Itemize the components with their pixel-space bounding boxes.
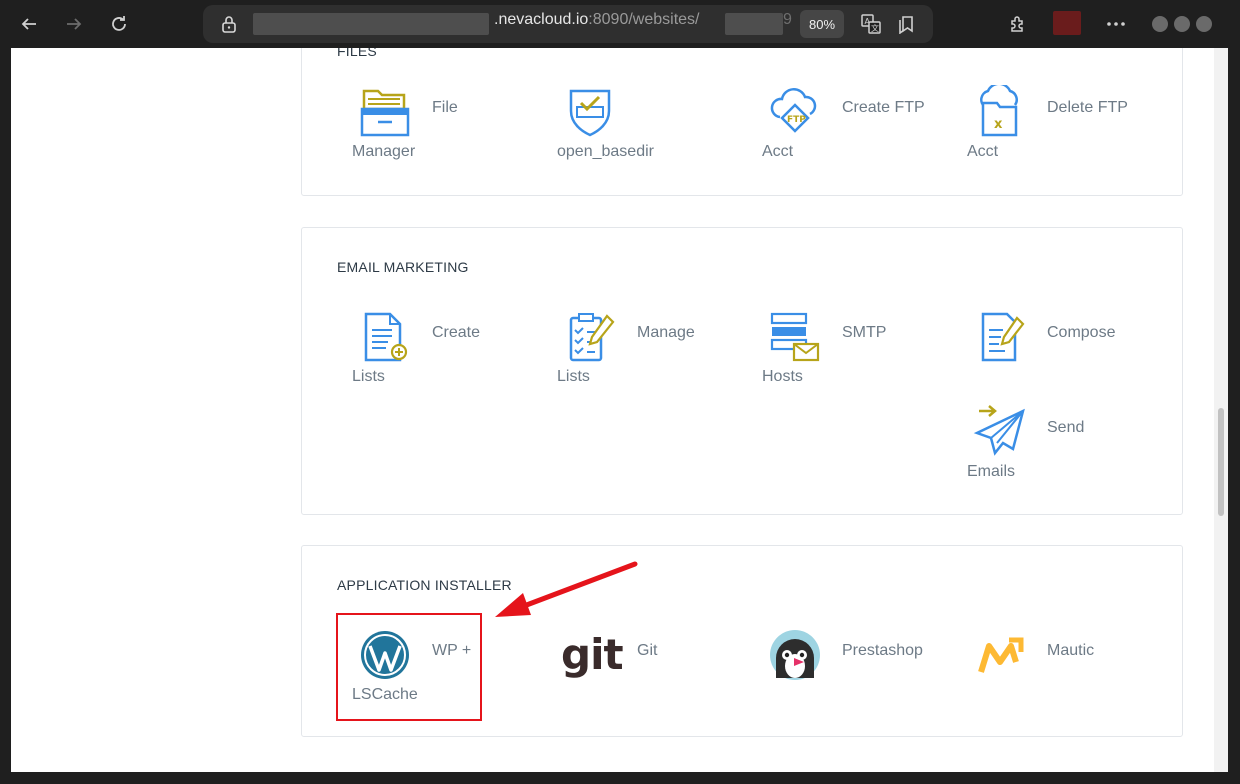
application-installer-title: APPLICATION INSTALLER [337,577,512,593]
smtp-hosts-link[interactable]: SMTP Hosts [762,310,952,400]
page-scrollbar[interactable] [1214,48,1228,772]
compose-icon [981,312,1025,362]
prestashop-label: Prestashop [842,642,923,659]
mautic-icon [978,637,1024,673]
file-manager-label-2: Manager [352,143,416,160]
smtp-hosts-label-2: Hosts [762,368,803,385]
manage-lists-link[interactable]: Manage Lists [557,310,747,400]
redacted-subdomain [253,13,489,35]
smtp-hosts-label-1: SMTP [842,324,887,341]
forward-icon[interactable] [60,10,88,38]
git-label: Git [637,642,658,659]
email-marketing-card: EMAIL MARKETING Create Lists Manage List… [301,227,1183,515]
send-emails-label-2: Emails [967,463,1016,480]
email-marketing-title: EMAIL MARKETING [337,259,469,275]
bookmark-icon[interactable] [893,10,921,38]
back-icon[interactable] [15,10,43,38]
delete-ftp-icon: x [980,85,1018,137]
url-text[interactable]: .nevacloud.io:8090/websites/ [494,11,699,29]
create-ftp-label-1: Create FTP [842,99,925,116]
extensions-icon[interactable] [1004,10,1032,38]
manage-lists-label-2: Lists [557,368,590,385]
svg-text:FTP: FTP [787,115,806,125]
svg-text:文: 文 [871,23,879,33]
url-tail: 9 [783,11,792,28]
maximize-icon[interactable] [1174,16,1190,32]
compose-link[interactable]: Compose [967,310,1157,400]
close-icon[interactable] [1196,16,1212,32]
more-icon[interactable] [1102,10,1130,38]
create-ftp-link[interactable]: FTP Create FTP Acct [762,85,952,175]
highlight-box [336,613,482,721]
create-ftp-label-2: Acct [762,143,794,160]
git-logo-icon: git [561,630,624,679]
git-link[interactable]: git Git [557,628,747,718]
files-card: FILES File Manager open_basedir FTP Crea… [301,48,1183,196]
browser-toolbar: .nevacloud.io:8090/websites/ 9 80% A文 [0,0,1240,48]
delete-ftp-label-2: Acct [967,143,999,160]
prestashop-icon [770,630,820,680]
create-lists-link[interactable]: Create Lists [352,310,542,400]
folder-cabinet-icon [360,89,410,137]
shield-check-icon [569,89,611,137]
paper-plane-icon [973,405,1025,456]
create-list-icon [364,312,408,362]
prestashop-link[interactable]: Prestashop [762,628,952,718]
page-viewport: FILES File Manager open_basedir FTP Crea… [11,48,1228,772]
minimize-icon[interactable] [1152,16,1168,32]
create-lists-label-1: Create [432,324,481,341]
send-emails-label-1: Send [1047,419,1085,436]
svg-text:x: x [994,117,1003,132]
profile-avatar[interactable] [1053,11,1081,35]
delete-ftp-label-1: Delete FTP [1047,99,1128,116]
send-emails-link[interactable]: Send Emails [967,405,1157,495]
open-basedir-link[interactable]: open_basedir [557,85,747,175]
manage-list-icon [569,313,615,362]
file-manager-label-1: File [432,99,458,116]
delete-ftp-link[interactable]: x Delete FTP Acct [967,85,1157,175]
manage-lists-label-1: Manage [637,324,695,341]
files-title: FILES [337,48,377,59]
scroll-thumb[interactable] [1218,408,1224,516]
lock-icon[interactable] [221,15,237,38]
ftp-cloud-icon: FTP [770,88,817,133]
file-manager-link[interactable]: File Manager [352,85,542,175]
mautic-label: Mautic [1047,642,1095,659]
smtp-hosts-icon [770,312,820,362]
compose-label: Compose [1047,324,1116,341]
zoom-indicator[interactable]: 80% [800,10,844,38]
open-basedir-label: open_basedir [557,143,654,160]
reload-icon[interactable] [105,10,133,38]
create-lists-label-2: Lists [352,368,385,385]
mautic-link[interactable]: Mautic [967,628,1157,718]
redacted-path [725,13,783,35]
translate-icon[interactable]: A文 [857,10,885,38]
